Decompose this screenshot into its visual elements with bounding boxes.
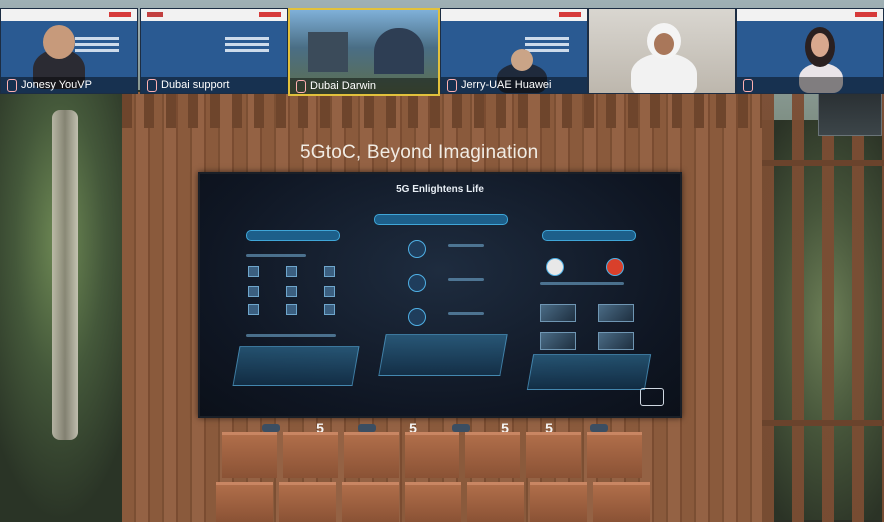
right-section-pill: [542, 230, 636, 241]
stat-line: [448, 278, 484, 281]
virtual-exhibition-view: 5GtoC, Beyond Imagination 5G Enlightens …: [0, 0, 884, 522]
slide-text: [75, 37, 119, 40]
left-text-line: [246, 254, 306, 257]
participant-name: Jonesy YouVP: [1, 77, 137, 93]
podium-block: [404, 432, 460, 478]
stage-headline: 5GtoC, Beyond Imagination: [300, 142, 539, 163]
podium-block: [222, 432, 277, 478]
image-thumb: [598, 332, 634, 350]
huawei-logo: [855, 12, 877, 17]
app-icon: [248, 304, 259, 315]
podium-block: [341, 482, 399, 522]
stat-icon: [408, 308, 426, 326]
mic-icon: [147, 79, 157, 92]
device-pad[interactable]: [358, 424, 376, 432]
image-thumb: [598, 304, 634, 322]
slide-text: [225, 37, 269, 40]
podium-block: [465, 432, 521, 478]
wall-mounted-panel: [818, 92, 882, 136]
slat-crossbar: [762, 420, 884, 426]
podium-block: [587, 432, 643, 478]
podium-block: [530, 482, 588, 522]
participant-name: Dubai Darwin: [290, 78, 438, 94]
participant-head: [43, 25, 75, 59]
participant-tile[interactable]: Dubai support: [140, 8, 288, 94]
podium-block: [216, 482, 273, 522]
slide-text: [525, 37, 569, 40]
camera-icon[interactable]: [640, 388, 664, 406]
image-thumb: [540, 332, 576, 350]
participant-name: Jerry-UAE Huawei: [441, 77, 587, 93]
huawei-logo: [559, 12, 581, 17]
slide-logo: [147, 12, 163, 17]
stat-line: [448, 312, 484, 315]
main-display-screen[interactable]: 5G Enlightens Life: [198, 172, 682, 418]
participant-strip: Jonesy YouVP Dubai support Dubai Darwin: [0, 0, 884, 96]
left-platform: [232, 346, 360, 386]
participant-tile[interactable]: [736, 8, 884, 94]
participant-tile[interactable]: Jonesy YouVP: [0, 8, 138, 94]
podium-block: [467, 482, 525, 522]
app-icon: [324, 286, 335, 297]
center-section-pill: [374, 214, 508, 225]
participant-name: Dubai support: [141, 77, 287, 93]
logo-icon: [606, 258, 624, 276]
app-icon: [286, 286, 297, 297]
slat-crossbar: [762, 160, 884, 166]
participant-tile[interactable]: Jerry-UAE Huawei: [440, 8, 588, 94]
image-thumb: [540, 304, 576, 322]
right-text-line: [540, 282, 624, 285]
mic-icon: [296, 80, 306, 93]
stat-line: [448, 244, 484, 247]
logo-icon: [546, 258, 564, 276]
screen-title: 5G Enlightens Life: [396, 184, 484, 195]
podium-block: [526, 432, 582, 478]
participant-head: [811, 33, 829, 57]
app-icon: [286, 266, 297, 277]
participant-head: [654, 33, 674, 55]
huawei-logo: [259, 12, 281, 17]
podium-row-upper: [222, 432, 643, 478]
podium-block: [278, 482, 336, 522]
right-wooden-slats: [762, 92, 884, 522]
center-platform: [378, 334, 508, 376]
stat-icon: [408, 240, 426, 258]
podium-row-lower: [216, 482, 651, 522]
wall-top-slats: [122, 88, 762, 128]
podium-block: [343, 432, 399, 478]
scene-arch: [374, 28, 424, 74]
podium-block: [404, 482, 462, 522]
app-icon: [324, 304, 335, 315]
tree-trunk: [52, 110, 78, 440]
scene-building: [308, 32, 348, 72]
mic-icon: [743, 79, 753, 92]
app-icon: [248, 266, 259, 277]
device-pad[interactable]: [262, 424, 280, 432]
mic-icon: [447, 79, 457, 92]
participant-tile-active[interactable]: Dubai Darwin: [288, 8, 440, 96]
left-section-pill: [246, 230, 340, 241]
huawei-logo: [109, 12, 131, 17]
app-icon: [248, 286, 259, 297]
mic-icon: [7, 79, 17, 92]
podium-block: [593, 482, 651, 522]
podium-block: [282, 432, 338, 478]
device-pad[interactable]: [590, 424, 608, 432]
participant-head: [511, 49, 533, 71]
app-icon: [286, 304, 297, 315]
stat-icon: [408, 274, 426, 292]
participant-body: [631, 53, 697, 93]
right-platform: [526, 354, 652, 390]
app-icon: [324, 266, 335, 277]
participant-tile[interactable]: [588, 8, 736, 94]
left-text-line: [246, 334, 336, 337]
participant-name: [737, 77, 883, 93]
device-pad[interactable]: [452, 424, 470, 432]
